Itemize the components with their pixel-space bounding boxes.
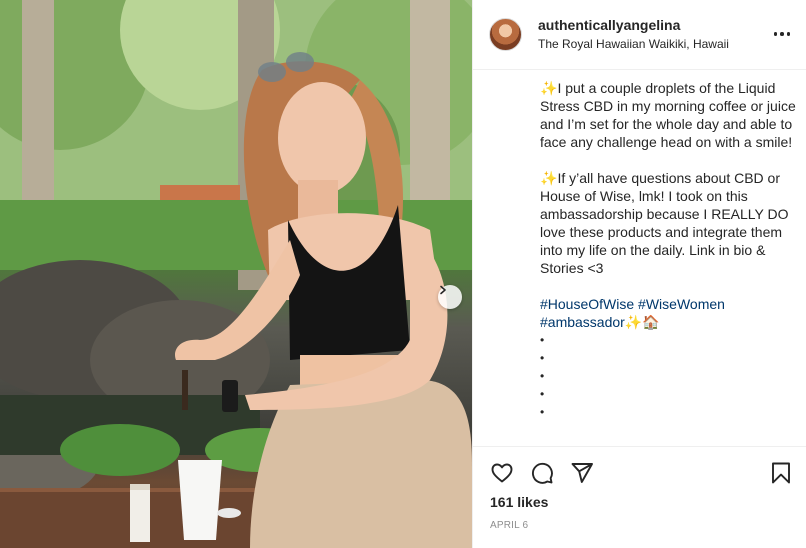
more-dot bbox=[780, 32, 784, 36]
like-button[interactable] bbox=[488, 459, 516, 487]
caption-text-1: I put a couple droplets of the Liquid St… bbox=[540, 80, 800, 150]
bullet-dot: • bbox=[540, 333, 545, 347]
sparkle-icon: ✨ bbox=[540, 170, 558, 186]
hashtag-link[interactable]: #WiseWomen bbox=[638, 296, 725, 312]
bullet-dot: • bbox=[540, 369, 545, 383]
house-icon: 🏠 bbox=[642, 314, 660, 330]
carousel-next-button[interactable] bbox=[438, 285, 462, 309]
hashtag-link[interactable]: #HouseOfWise bbox=[540, 296, 634, 312]
more-dot bbox=[786, 32, 791, 36]
post-date[interactable]: APRIL 6 bbox=[490, 520, 528, 531]
post-header-text: authenticallyangelina The Royal Hawaiian… bbox=[538, 17, 729, 53]
post-caption: ✨I put a couple droplets of the Liquid S… bbox=[540, 79, 802, 443]
more-options-button[interactable] bbox=[771, 24, 793, 44]
like-count[interactable]: 161 likes bbox=[490, 494, 548, 510]
caption-text-2: If y’all have questions about CBD or Hou… bbox=[540, 170, 793, 276]
bullet-dot: • bbox=[540, 405, 545, 419]
bullet-dot: • bbox=[540, 387, 545, 401]
caption-spacer bbox=[540, 151, 802, 169]
share-button[interactable] bbox=[568, 459, 596, 487]
sparkle-icon: ✨ bbox=[624, 314, 643, 330]
bookmark-icon bbox=[772, 462, 790, 484]
chevron-right-icon bbox=[440, 285, 446, 295]
post-header: authenticallyangelina The Royal Hawaiian… bbox=[473, 0, 806, 70]
caption-paragraph-1: ✨I put a couple droplets of the Liquid S… bbox=[540, 79, 802, 151]
photo-illustration bbox=[0, 0, 472, 548]
username-link[interactable]: authenticallyangelina bbox=[538, 17, 729, 34]
avatar[interactable] bbox=[489, 18, 522, 51]
save-button[interactable] bbox=[767, 459, 795, 487]
hashtag-line: #HouseOfWise #WiseWomen bbox=[540, 295, 802, 313]
more-horizontal-icon bbox=[773, 32, 778, 36]
hashtag-link[interactable]: #ambassador bbox=[540, 314, 625, 330]
share-icon bbox=[571, 463, 593, 483]
sparkle-icon: ✨ bbox=[540, 80, 558, 96]
hashtag-line: #ambassador✨🏠 bbox=[540, 313, 802, 331]
caption-spacer bbox=[540, 277, 802, 295]
comment-button[interactable] bbox=[528, 459, 556, 487]
bullet-dot: • bbox=[540, 351, 545, 365]
comment-icon bbox=[531, 462, 553, 484]
post-photo[interactable] bbox=[0, 0, 472, 548]
location-link[interactable]: The Royal Hawaiian Waikiki, Hawaii bbox=[538, 36, 729, 53]
post-actions: 161 likes APRIL 6 bbox=[473, 446, 806, 548]
caption-paragraph-2: ✨If y’all have questions about CBD or Ho… bbox=[540, 169, 802, 277]
heart-icon bbox=[491, 463, 513, 483]
post-sidebar: authenticallyangelina The Royal Hawaiian… bbox=[472, 0, 806, 548]
